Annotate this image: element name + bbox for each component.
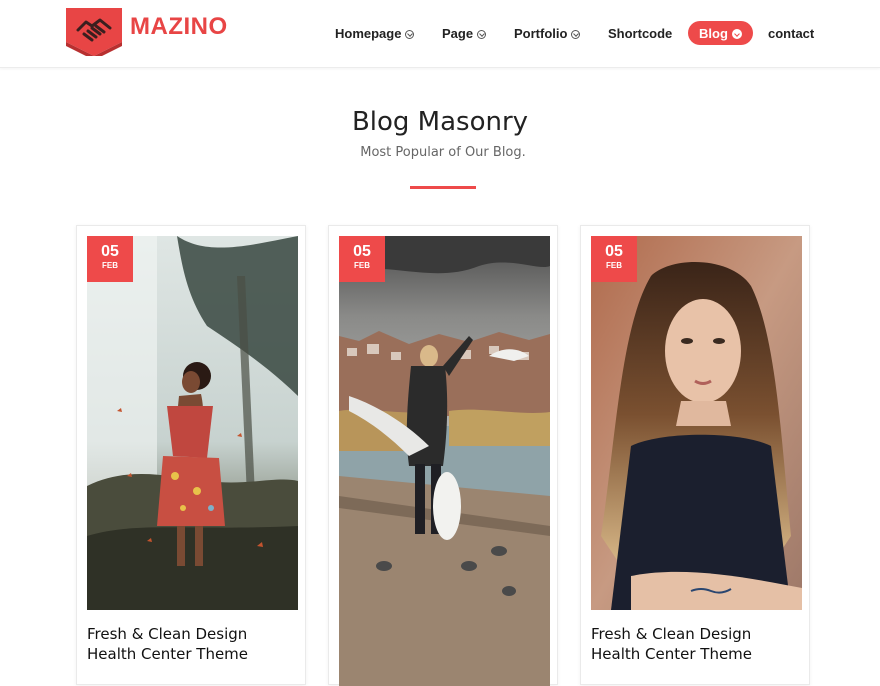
post-title[interactable]: Fresh & Clean Design Health Center Theme: [87, 624, 297, 664]
woman-butterflies-forest-photo: [87, 236, 298, 610]
nav-portfolio-label: Portfolio: [514, 25, 568, 41]
date-month: FEB: [606, 261, 622, 270]
logo[interactable]: MAZINO: [66, 8, 228, 56]
nav-blog[interactable]: Blog: [688, 21, 753, 45]
woman-feeding-birds-lakeside-photo: [339, 236, 550, 686]
chevron-down-icon: [571, 29, 581, 39]
nav-page[interactable]: Page: [442, 21, 487, 45]
nav-shortcode[interactable]: Shortcode: [608, 21, 672, 45]
nav-page-label: Page: [442, 25, 474, 41]
nav-portfolio[interactable]: Portfolio: [514, 21, 581, 45]
brand-name: MAZINO: [130, 13, 228, 40]
date-badge: 05 FEB: [339, 236, 385, 282]
nav-contact-label: contact: [768, 25, 815, 41]
date-day: 05: [605, 243, 623, 260]
post-image[interactable]: [591, 236, 802, 610]
section-title: Blog Masonry: [351, 107, 529, 137]
nav-homepage-label: Homepage: [335, 25, 402, 41]
chevron-down-icon: [731, 29, 742, 39]
portrait-woman-long-hair-photo: [591, 236, 802, 610]
nav-contact[interactable]: contact: [768, 21, 814, 45]
blog-card[interactable]: 05 FEB: [580, 225, 810, 685]
section-subtitle: Most Popular of Our Blog.: [360, 145, 526, 160]
post-image[interactable]: [339, 236, 550, 686]
date-month: FEB: [102, 261, 118, 270]
date-badge: 05 FEB: [87, 236, 133, 282]
post-title[interactable]: Fresh & Clean Design Health Center Theme: [591, 624, 801, 664]
nav-shortcode-label: Shortcode: [608, 25, 673, 41]
handshake-logo-icon: [66, 8, 122, 56]
blog-card[interactable]: 05 FEB: [328, 225, 558, 686]
title-divider: [410, 186, 476, 189]
date-month: FEB: [354, 261, 370, 270]
date-day: 05: [101, 243, 119, 260]
date-badge: 05 FEB: [591, 236, 637, 282]
blog-card[interactable]: 05 FEB: [76, 225, 306, 685]
site-header: MAZINO Homepage Page Portfolio Shortcode…: [0, 0, 880, 68]
nav-homepage[interactable]: Homepage: [335, 21, 415, 45]
nav-blog-label: Blog: [699, 25, 728, 41]
chevron-down-icon: [405, 29, 415, 39]
post-image[interactable]: [87, 236, 298, 610]
date-day: 05: [353, 243, 371, 260]
chevron-down-icon: [477, 29, 487, 39]
